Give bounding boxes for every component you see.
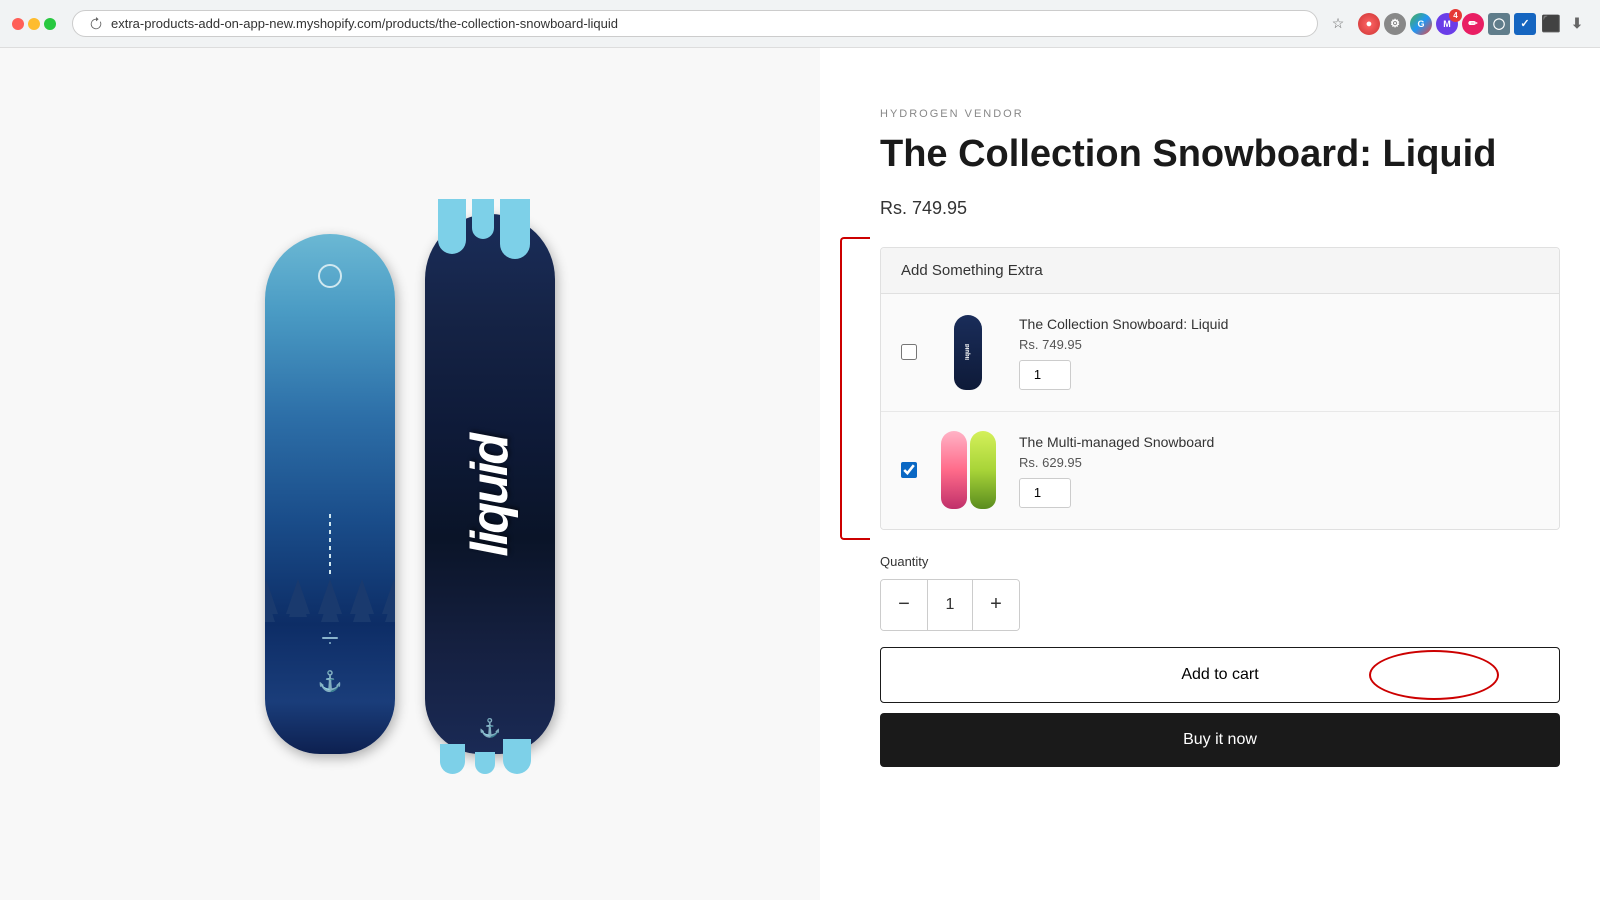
product-info-section: HYDROGEN VENDOR The Collection Snowboard… bbox=[820, 48, 1600, 900]
addon-name-2: The Multi-managed Snowboard bbox=[1019, 433, 1539, 451]
window-controls bbox=[12, 18, 56, 30]
vendor-label: HYDROGEN VENDOR bbox=[880, 108, 1560, 120]
red-circle-annotation bbox=[1369, 650, 1499, 700]
addon-qty-1[interactable] bbox=[1019, 360, 1071, 390]
plus-icon: + bbox=[990, 593, 1002, 616]
addon-image-2 bbox=[933, 428, 1003, 513]
addon-qty-2[interactable] bbox=[1019, 478, 1071, 508]
ext-icon-1[interactable]: ● bbox=[1358, 13, 1380, 35]
quantity-value: 1 bbox=[927, 580, 973, 630]
addon-price-2: Rs. 629.95 bbox=[1019, 455, 1539, 470]
product-price: Rs. 749.95 bbox=[880, 198, 1560, 219]
url-text: extra-products-add-on-app-new.myshopify.… bbox=[111, 16, 618, 31]
close-window-button[interactable] bbox=[12, 18, 24, 30]
quantity-label: Quantity bbox=[880, 554, 1560, 569]
addon-details-1: The Collection Snowboard: Liquid Rs. 749… bbox=[1019, 315, 1539, 390]
tree-1 bbox=[265, 579, 278, 614]
product-title: The Collection Snowboard: Liquid bbox=[880, 132, 1560, 178]
snowboard-image-1: ⚓ bbox=[265, 234, 395, 754]
ext-icon-9[interactable]: ⬇ bbox=[1566, 13, 1588, 35]
add-to-cart-label: Add to cart bbox=[1181, 666, 1258, 684]
tree-3 bbox=[318, 579, 342, 614]
product-image-section: ⚓ liquid ⚓ bbox=[0, 48, 820, 900]
snowboard-dashed-line bbox=[329, 514, 331, 574]
quantity-controls: − 1 + bbox=[880, 579, 1020, 631]
snowboard-images: ⚓ liquid ⚓ bbox=[265, 194, 555, 754]
buy-now-button[interactable]: Buy it now bbox=[880, 713, 1560, 767]
ext-icon-8[interactable]: ⬛ bbox=[1540, 13, 1562, 35]
address-bar[interactable]: extra-products-add-on-app-new.myshopify.… bbox=[72, 10, 1318, 37]
reload-icon[interactable] bbox=[89, 17, 103, 31]
minimize-window-button[interactable] bbox=[28, 18, 40, 30]
buy-now-label: Buy it now bbox=[1183, 731, 1257, 748]
ext-icon-2[interactable]: ⚙ bbox=[1384, 13, 1406, 35]
bookmark-icon[interactable]: ☆ bbox=[1326, 12, 1350, 36]
red-bracket-annotation bbox=[840, 237, 870, 540]
snowboard-image-2: liquid ⚓ bbox=[425, 214, 555, 754]
minus-icon: − bbox=[898, 593, 910, 616]
maximize-window-button[interactable] bbox=[44, 18, 56, 30]
ext-icon-6[interactable]: ◯ bbox=[1488, 13, 1510, 35]
add-to-cart-button[interactable]: Add to cart bbox=[880, 647, 1560, 703]
addon-image-1: liquid bbox=[933, 310, 1003, 395]
tree-2 bbox=[286, 574, 310, 614]
ext-icon-5[interactable]: ✏ bbox=[1462, 13, 1484, 35]
addon-details-2: The Multi-managed Snowboard Rs. 629.95 bbox=[1019, 433, 1539, 508]
page-container: ⚓ liquid ⚓ bbox=[0, 48, 1600, 900]
add-extra-section: Add Something Extra liquid The Collectio… bbox=[880, 247, 1560, 530]
add-extra-header: Add Something Extra bbox=[881, 248, 1559, 294]
ext-icon-3[interactable]: G bbox=[1410, 13, 1432, 35]
tree-5 bbox=[382, 579, 395, 614]
addon-item-1: liquid The Collection Snowboard: Liquid … bbox=[881, 294, 1559, 412]
decrease-qty-button[interactable]: − bbox=[881, 580, 927, 630]
addon-checkbox-2[interactable] bbox=[901, 462, 917, 478]
browser-chrome: extra-products-add-on-app-new.myshopify.… bbox=[0, 0, 1600, 48]
addon-name-1: The Collection Snowboard: Liquid bbox=[1019, 315, 1539, 333]
ext-icon-7[interactable]: ✓ bbox=[1514, 13, 1536, 35]
ext-icon-4[interactable]: 4 M bbox=[1436, 13, 1458, 35]
increase-qty-button[interactable]: + bbox=[973, 580, 1019, 630]
addon-checkbox-1[interactable] bbox=[901, 344, 917, 360]
addon-item-2: The Multi-managed Snowboard Rs. 629.95 bbox=[881, 412, 1559, 529]
tree-4 bbox=[350, 579, 374, 614]
addon-price-1: Rs. 749.95 bbox=[1019, 337, 1539, 352]
extension-icons: ● ⚙ G 4 M ✏ ◯ ✓ ⬛ ⬇ bbox=[1358, 13, 1588, 35]
quantity-section: Quantity − 1 + bbox=[880, 554, 1560, 631]
